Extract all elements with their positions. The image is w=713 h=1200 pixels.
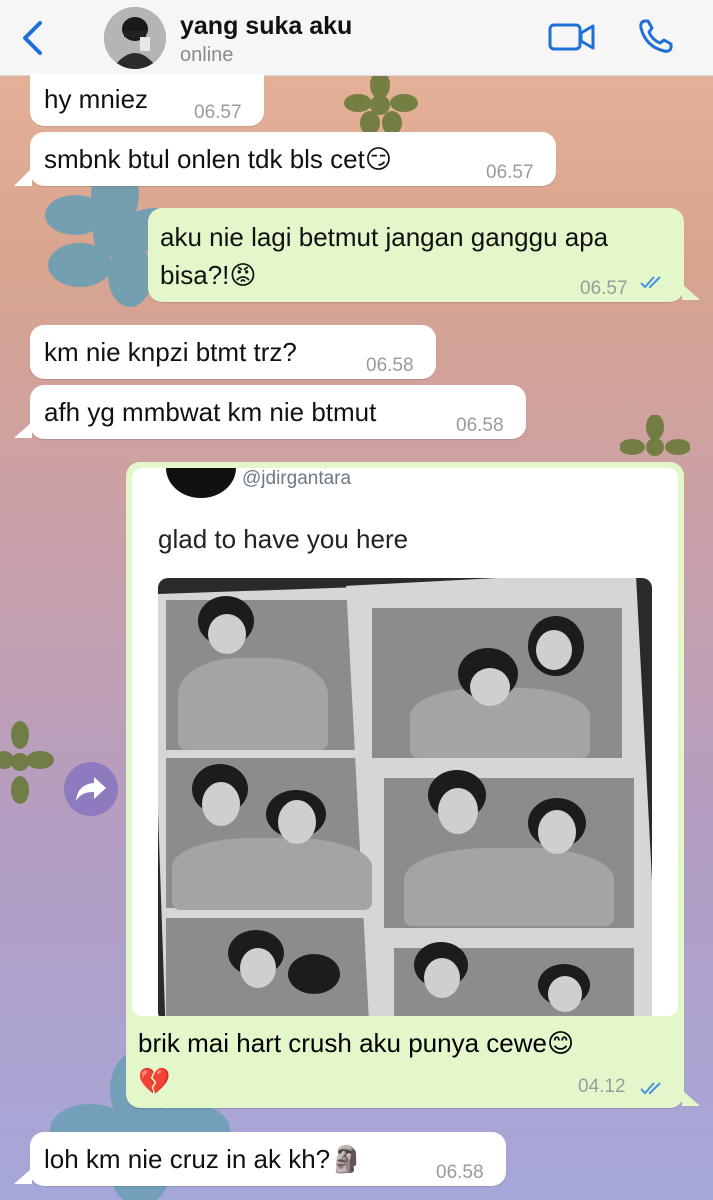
message-text: hy mniez [44, 84, 149, 114]
message-text: km nie knpzi btmt trz? [44, 337, 297, 367]
bubble-tail [682, 1090, 700, 1106]
bubble-tail [14, 422, 32, 438]
message-bubble-incoming[interactable]: smbnk btul onlen tdk bls cet😏 06.57 [30, 132, 556, 186]
bubble-tail [682, 284, 700, 300]
tweet-text: glad to have you here [158, 524, 409, 554]
message-text: loh km nie cruz in ak kh?🗿 [44, 1144, 363, 1174]
read-ticks-icon [640, 276, 661, 289]
flower-decoration [0, 721, 54, 804]
message-time: 04.12 [578, 1076, 626, 1097]
message-text: afh yg mmbwat km nie btmut [44, 397, 377, 427]
message-text-line: bisa?!😡 [160, 260, 257, 290]
message-time: 06.58 [366, 355, 414, 376]
media-caption-line: 💔 [138, 1066, 171, 1096]
message-bubble-outgoing-media[interactable]: @jdirgantara glad to have you here brik … [126, 462, 684, 1108]
message-time: 06.57 [486, 162, 534, 183]
read-ticks-icon [640, 1082, 661, 1095]
chevron-left-icon[interactable] [18, 20, 48, 56]
forward-button[interactable] [64, 762, 118, 816]
photo-strip-image [158, 578, 652, 1016]
bubble-tail [14, 168, 32, 186]
chat-header: yang suka aku online [0, 0, 713, 76]
message-text-line: aku nie lagi betmut jangan ganggu apa [160, 222, 609, 252]
flower-decoration [344, 75, 418, 135]
phone-icon[interactable] [636, 18, 674, 56]
forward-arrow-icon [76, 777, 106, 801]
contact-status: online [180, 44, 234, 66]
message-time: 06.57 [194, 102, 242, 123]
message-time: 06.57 [580, 278, 628, 299]
message-bubble-incoming[interactable]: loh km nie cruz in ak kh?🗿 06.58 [30, 1132, 506, 1186]
video-call-icon[interactable] [548, 20, 596, 54]
media-caption-line: brik mai hart crush aku punya cewe😊 [138, 1028, 575, 1058]
tweet-avatar [166, 468, 236, 498]
message-bubble-outgoing[interactable]: aku nie lagi betmut jangan ganggu apa bi… [148, 208, 684, 302]
shared-image[interactable]: @jdirgantara glad to have you here [132, 468, 678, 1016]
bubble-tail [14, 1168, 32, 1184]
message-time: 06.58 [456, 415, 504, 436]
message-time: 06.58 [436, 1162, 484, 1183]
message-bubble-incoming[interactable]: afh yg mmbwat km nie btmut 06.58 [30, 385, 526, 439]
message-text: smbnk btul onlen tdk bls cet😏 [44, 144, 392, 174]
message-bubble-incoming[interactable]: km nie knpzi btmt trz? 06.58 [30, 325, 436, 379]
contact-name[interactable]: yang suka aku [180, 12, 352, 41]
avatar[interactable] [104, 7, 166, 69]
tweet-handle: @jdirgantara [242, 468, 352, 489]
message-bubble-incoming[interactable]: hy mniez 06.57 [30, 74, 264, 126]
